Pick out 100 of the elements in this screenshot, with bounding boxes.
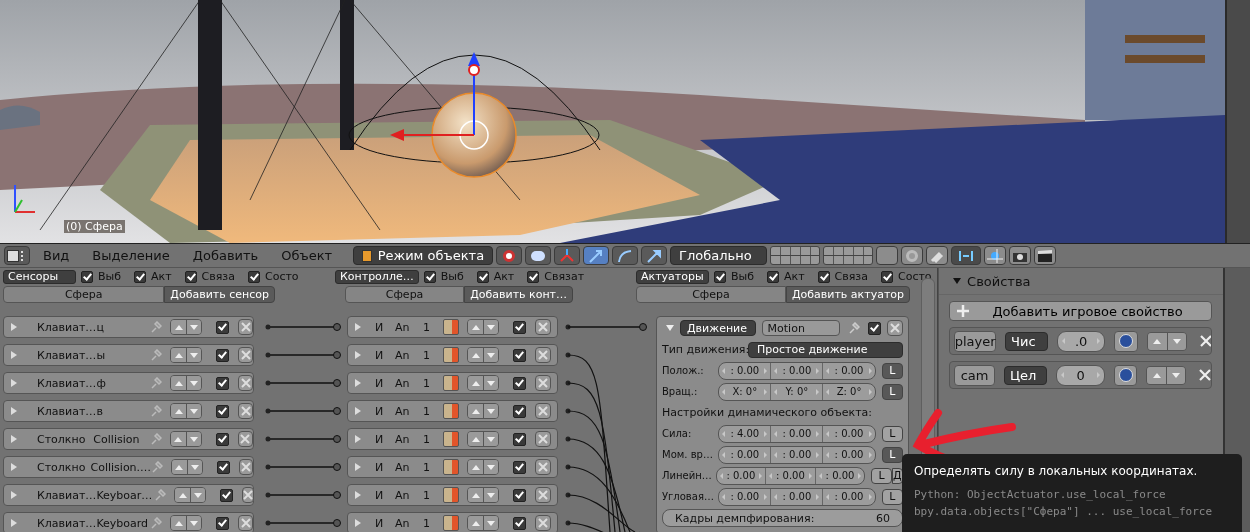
- local-toggle-button[interactable]: L: [881, 362, 903, 379]
- checkbox[interactable]: [247, 270, 260, 283]
- shading-button[interactable]: [496, 246, 523, 265]
- snap-target-icon[interactable]: [984, 246, 1007, 265]
- info-icon[interactable]: [1114, 330, 1138, 352]
- move-down-button[interactable]: [190, 488, 206, 502]
- state-icon[interactable]: [443, 515, 459, 531]
- checkbox[interactable]: [880, 270, 893, 283]
- move-down-button[interactable]: [483, 376, 498, 390]
- socket-icon[interactable]: [333, 519, 341, 527]
- damping-number-field[interactable]: Кадры демпфирования: 60: [662, 509, 903, 527]
- socket-icon[interactable]: [333, 407, 341, 415]
- delete-button[interactable]: [535, 459, 551, 475]
- move-up-button[interactable]: [468, 488, 483, 502]
- layer-grid-icon[interactable]: [770, 246, 821, 265]
- delete-button[interactable]: [238, 347, 253, 363]
- translate-icon[interactable]: [583, 246, 610, 265]
- scale-icon[interactable]: [641, 246, 668, 265]
- move-up-button[interactable]: [170, 432, 186, 446]
- delete-button[interactable]: [887, 320, 903, 336]
- property-type-dropdown[interactable]: Чис: [1005, 331, 1048, 351]
- close-icon[interactable]: [1199, 335, 1212, 347]
- active-checkbox[interactable]: [513, 376, 526, 390]
- state-icon[interactable]: [443, 431, 459, 447]
- move-up-button[interactable]: [171, 320, 187, 334]
- orientation-dropdown[interactable]: Глобально: [670, 246, 768, 265]
- delete-button[interactable]: [535, 515, 551, 531]
- delete-button[interactable]: [535, 319, 551, 335]
- property-name-field[interactable]: player: [954, 330, 997, 352]
- move-up-button[interactable]: [1147, 366, 1167, 384]
- menu-item[interactable]: Добавить: [182, 245, 269, 266]
- local-toggle-button[interactable]: L: [881, 425, 903, 442]
- socket-icon[interactable]: [333, 463, 341, 471]
- delete-button[interactable]: [535, 487, 551, 503]
- actuator-name-field[interactable]: Motion: [761, 320, 841, 336]
- local-toggle-button[interactable]: L: [881, 383, 903, 400]
- pivot-button[interactable]: [525, 246, 552, 265]
- local-toggle-button[interactable]: Д: [891, 467, 903, 484]
- local-toggle-button[interactable]: L: [881, 446, 903, 463]
- checkbox[interactable]: [817, 270, 830, 283]
- object-name-field[interactable]: Сфера: [3, 286, 165, 303]
- move-down-button[interactable]: [186, 376, 202, 390]
- add-brick-dropdown[interactable]: Добавить актуатор: [785, 286, 910, 303]
- move-down-button[interactable]: [1166, 332, 1186, 350]
- delete-button[interactable]: [535, 431, 551, 447]
- motion-type-dropdown[interactable]: Простое движение: [748, 341, 903, 358]
- move-up-button[interactable]: [171, 516, 187, 530]
- checkbox[interactable]: [423, 270, 436, 283]
- move-up-button[interactable]: [468, 376, 483, 390]
- move-down-button[interactable]: [483, 432, 498, 446]
- move-down-button[interactable]: [186, 320, 202, 334]
- active-checkbox[interactable]: [513, 320, 526, 334]
- socket-icon[interactable]: [333, 435, 341, 443]
- active-checkbox[interactable]: [216, 516, 230, 530]
- checkbox[interactable]: [767, 270, 779, 283]
- move-down-button[interactable]: [186, 348, 202, 362]
- brick-filter-dropdown[interactable]: Сенсоры: [3, 269, 76, 284]
- camera-icon[interactable]: [1009, 246, 1032, 265]
- property-value-field[interactable]: 0: [1056, 364, 1105, 386]
- object-name-field[interactable]: Сфера: [636, 286, 786, 303]
- delete-button[interactable]: [238, 319, 253, 335]
- property-name-field[interactable]: cam: [954, 364, 995, 386]
- delete-button[interactable]: [237, 431, 253, 447]
- add-property-button[interactable]: Добавить игровое свойство: [949, 301, 1213, 321]
- move-down-button[interactable]: [186, 516, 202, 530]
- active-checkbox[interactable]: [220, 488, 234, 502]
- active-checkbox[interactable]: [513, 432, 526, 446]
- state-icon[interactable]: [443, 487, 459, 503]
- active-checkbox[interactable]: [215, 432, 229, 446]
- active-checkbox[interactable]: [216, 376, 230, 390]
- socket-icon[interactable]: [333, 491, 341, 499]
- active-checkbox[interactable]: [513, 348, 526, 362]
- expand-triangle-icon[interactable]: [666, 325, 674, 331]
- delete-button[interactable]: [242, 487, 255, 503]
- property-type-dropdown[interactable]: Цел: [1004, 365, 1048, 385]
- move-up-button[interactable]: [171, 404, 187, 418]
- move-down-button[interactable]: [1166, 366, 1186, 384]
- move-up-button[interactable]: [468, 432, 483, 446]
- move-down-button[interactable]: [483, 516, 498, 530]
- active-checkbox[interactable]: [513, 404, 526, 418]
- move-down-button[interactable]: [483, 488, 498, 502]
- mode-dropdown[interactable]: Режим объекта: [353, 246, 494, 265]
- object-name-field[interactable]: Сфера: [345, 286, 465, 303]
- delete-button[interactable]: [238, 375, 253, 391]
- editor-type-button[interactable]: [4, 246, 30, 265]
- move-down-button[interactable]: [483, 460, 498, 474]
- move-down-button[interactable]: [483, 320, 498, 334]
- move-up-button[interactable]: [468, 460, 483, 474]
- checkbox[interactable]: [81, 270, 93, 283]
- delete-button[interactable]: [535, 403, 551, 419]
- rotate-icon[interactable]: [612, 246, 639, 265]
- move-up-button[interactable]: [175, 488, 191, 502]
- move-down-button[interactable]: [483, 348, 498, 362]
- clapperboard-icon[interactable]: [1034, 246, 1057, 265]
- checkbox[interactable]: [714, 270, 726, 283]
- socket-icon[interactable]: [333, 323, 341, 331]
- active-checkbox[interactable]: [513, 488, 526, 502]
- proportional-edit-icon[interactable]: [901, 246, 924, 265]
- info-icon[interactable]: [1114, 364, 1138, 386]
- menu-item[interactable]: Объект: [271, 245, 343, 266]
